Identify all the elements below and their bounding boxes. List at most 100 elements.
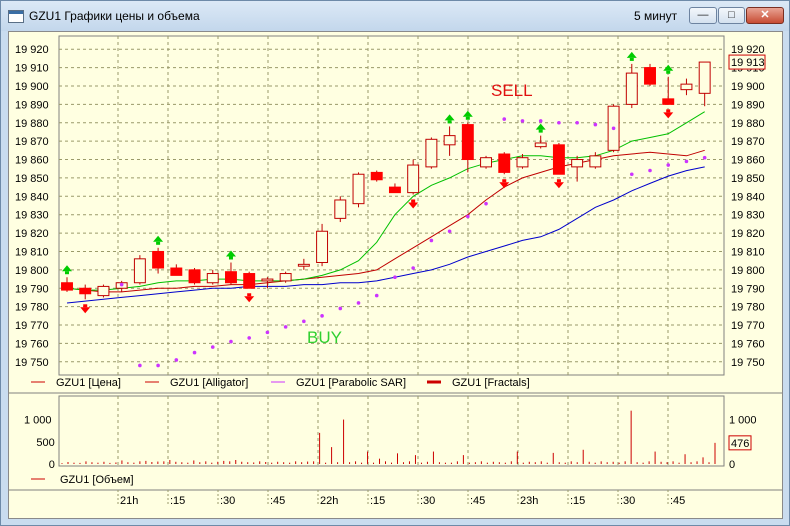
fractal-up-marker (535, 123, 546, 130)
candle-bull (279, 273, 292, 282)
price-tick-label-left: 19 920 (15, 44, 49, 56)
fractal-down-marker-stem (502, 179, 507, 183)
period-label[interactable]: 5 минут (634, 9, 677, 23)
volume-tick-label-left: 1 000 (24, 415, 52, 427)
fractal-down-marker-stem (556, 179, 561, 183)
sar-dot (320, 314, 324, 318)
candle-bear (79, 287, 92, 295)
price-tick-label-right: 19 810 (731, 246, 765, 258)
time-tick-label: :45 (270, 495, 285, 507)
price-tick-label-right: 19 870 (731, 136, 765, 148)
price-panel-frame (58, 35, 725, 376)
price-tick-label-right: 19 800 (731, 265, 765, 277)
sar-dot (411, 266, 415, 270)
fractal-up-marker-stem (629, 57, 634, 61)
time-tick-label: :15 (370, 495, 385, 507)
price-tick-label-left: 19 760 (15, 338, 49, 350)
price-tick-label-right: 19 850 (731, 173, 765, 185)
sar-dot (119, 282, 124, 287)
time-tick-label: 22h (320, 495, 338, 507)
fractal-up-marker-stem (228, 256, 233, 260)
price-tick-label-right: 19 920 (731, 44, 765, 56)
fractal-up-marker (444, 114, 455, 121)
time-tick-label: :30 (620, 495, 635, 507)
sar-dot (648, 168, 652, 173)
candle-bear (388, 186, 401, 194)
fractal-up-marker-stem (65, 271, 69, 275)
last-volume-label: 476 (731, 438, 749, 450)
title-bar[interactable]: GZU1 Графики цены и объема 5 минут — □ ✕ (1, 1, 789, 31)
sar-dot (302, 319, 306, 324)
volume-tick-label-left: 500 (36, 437, 54, 449)
candle-bull (571, 159, 584, 168)
sar-dot (538, 119, 543, 123)
price-tick-label-left: 19 860 (15, 155, 49, 167)
price-tick-label-left: 19 830 (15, 210, 49, 222)
legend-item: GZU1 [Цена] (56, 377, 121, 389)
sar-dot (575, 120, 579, 125)
fractal-up-marker (626, 51, 637, 58)
legend-item: GZU1 [Parabolic SAR] (296, 377, 406, 389)
maximize-icon[interactable]: □ (718, 7, 745, 24)
candle-bull (334, 199, 347, 219)
candle-bull (425, 138, 438, 168)
price-tick-label-left: 19 820 (15, 228, 49, 240)
sar-dot (265, 330, 270, 335)
chart-window-icon (8, 10, 24, 23)
price-tick-label-left: 19 890 (15, 99, 49, 111)
price-tick-label-right: 19 770 (731, 320, 765, 332)
price-tick-label-right: 19 780 (731, 302, 765, 314)
candle-bear (498, 153, 511, 173)
chart-canvas[interactable]: 19 750 19 750 19 760 19 760 19 770 19 770 19 7… (9, 32, 782, 518)
candle-bull (443, 135, 456, 146)
price-tick-label-right: 19 900 (731, 81, 765, 93)
sar-dot (356, 301, 361, 305)
fractal-up-marker (62, 265, 72, 272)
candle-bear (225, 271, 237, 284)
sar-dot (666, 163, 671, 167)
minimize-icon[interactable]: — (689, 7, 717, 24)
time-tick-label: :45 (470, 495, 485, 507)
fractal-down-marker-stem (83, 304, 88, 308)
sar-dot (611, 126, 616, 131)
candle-bear (370, 171, 383, 181)
price-tick-label-left: 19 770 (15, 320, 49, 332)
candle-bear (170, 267, 183, 276)
time-tick-label: :30 (220, 495, 235, 507)
price-tick-label-right: 19 760 (731, 338, 765, 350)
chart-area: 19 750 19 750 19 760 19 760 19 770 19 770 19 7… (8, 31, 783, 519)
fractal-down-marker-stem (666, 109, 671, 113)
candle-bull (407, 164, 420, 194)
candle-bull (206, 273, 219, 284)
legend-item: GZU1 [Alligator] (170, 377, 248, 389)
price-tick-label-right: 19 860 (731, 155, 765, 167)
fractal-down-marker (408, 202, 419, 209)
price-tick-label-right: 19 890 (731, 99, 765, 111)
sar-dot (629, 172, 634, 177)
candle-bear (61, 282, 73, 291)
price-tick-label-left: 19 910 (15, 63, 49, 75)
candle-bull (698, 61, 711, 94)
candle-bull (316, 230, 329, 264)
fractal-up-marker-stem (666, 70, 671, 74)
volume-tick-label-right: 1 000 (729, 415, 757, 427)
volume-tick-label-right: 0 (729, 459, 735, 471)
fractal-up-marker-stem (465, 116, 470, 120)
fractal-up-marker-stem (447, 120, 452, 124)
price-tick-label-left: 19 780 (15, 302, 49, 314)
price-tick-label-left: 19 840 (15, 191, 49, 203)
time-tick-label: 21h (120, 495, 138, 507)
sar-dot (283, 325, 288, 329)
time-tick-label: 23h (520, 495, 538, 507)
candle-bull (589, 155, 602, 168)
sar-dot (502, 117, 507, 121)
price-tick-label-left: 19 800 (15, 265, 49, 277)
fractal-down-marker-stem (411, 199, 416, 203)
candle-bear (152, 250, 165, 269)
close-icon[interactable]: ✕ (746, 7, 784, 24)
fractal-down-marker (80, 307, 91, 314)
candle-bull (297, 263, 310, 267)
price-tick-label-right: 19 750 (731, 357, 765, 369)
time-tick-label: :15 (170, 495, 185, 507)
sar-dot (156, 363, 160, 368)
